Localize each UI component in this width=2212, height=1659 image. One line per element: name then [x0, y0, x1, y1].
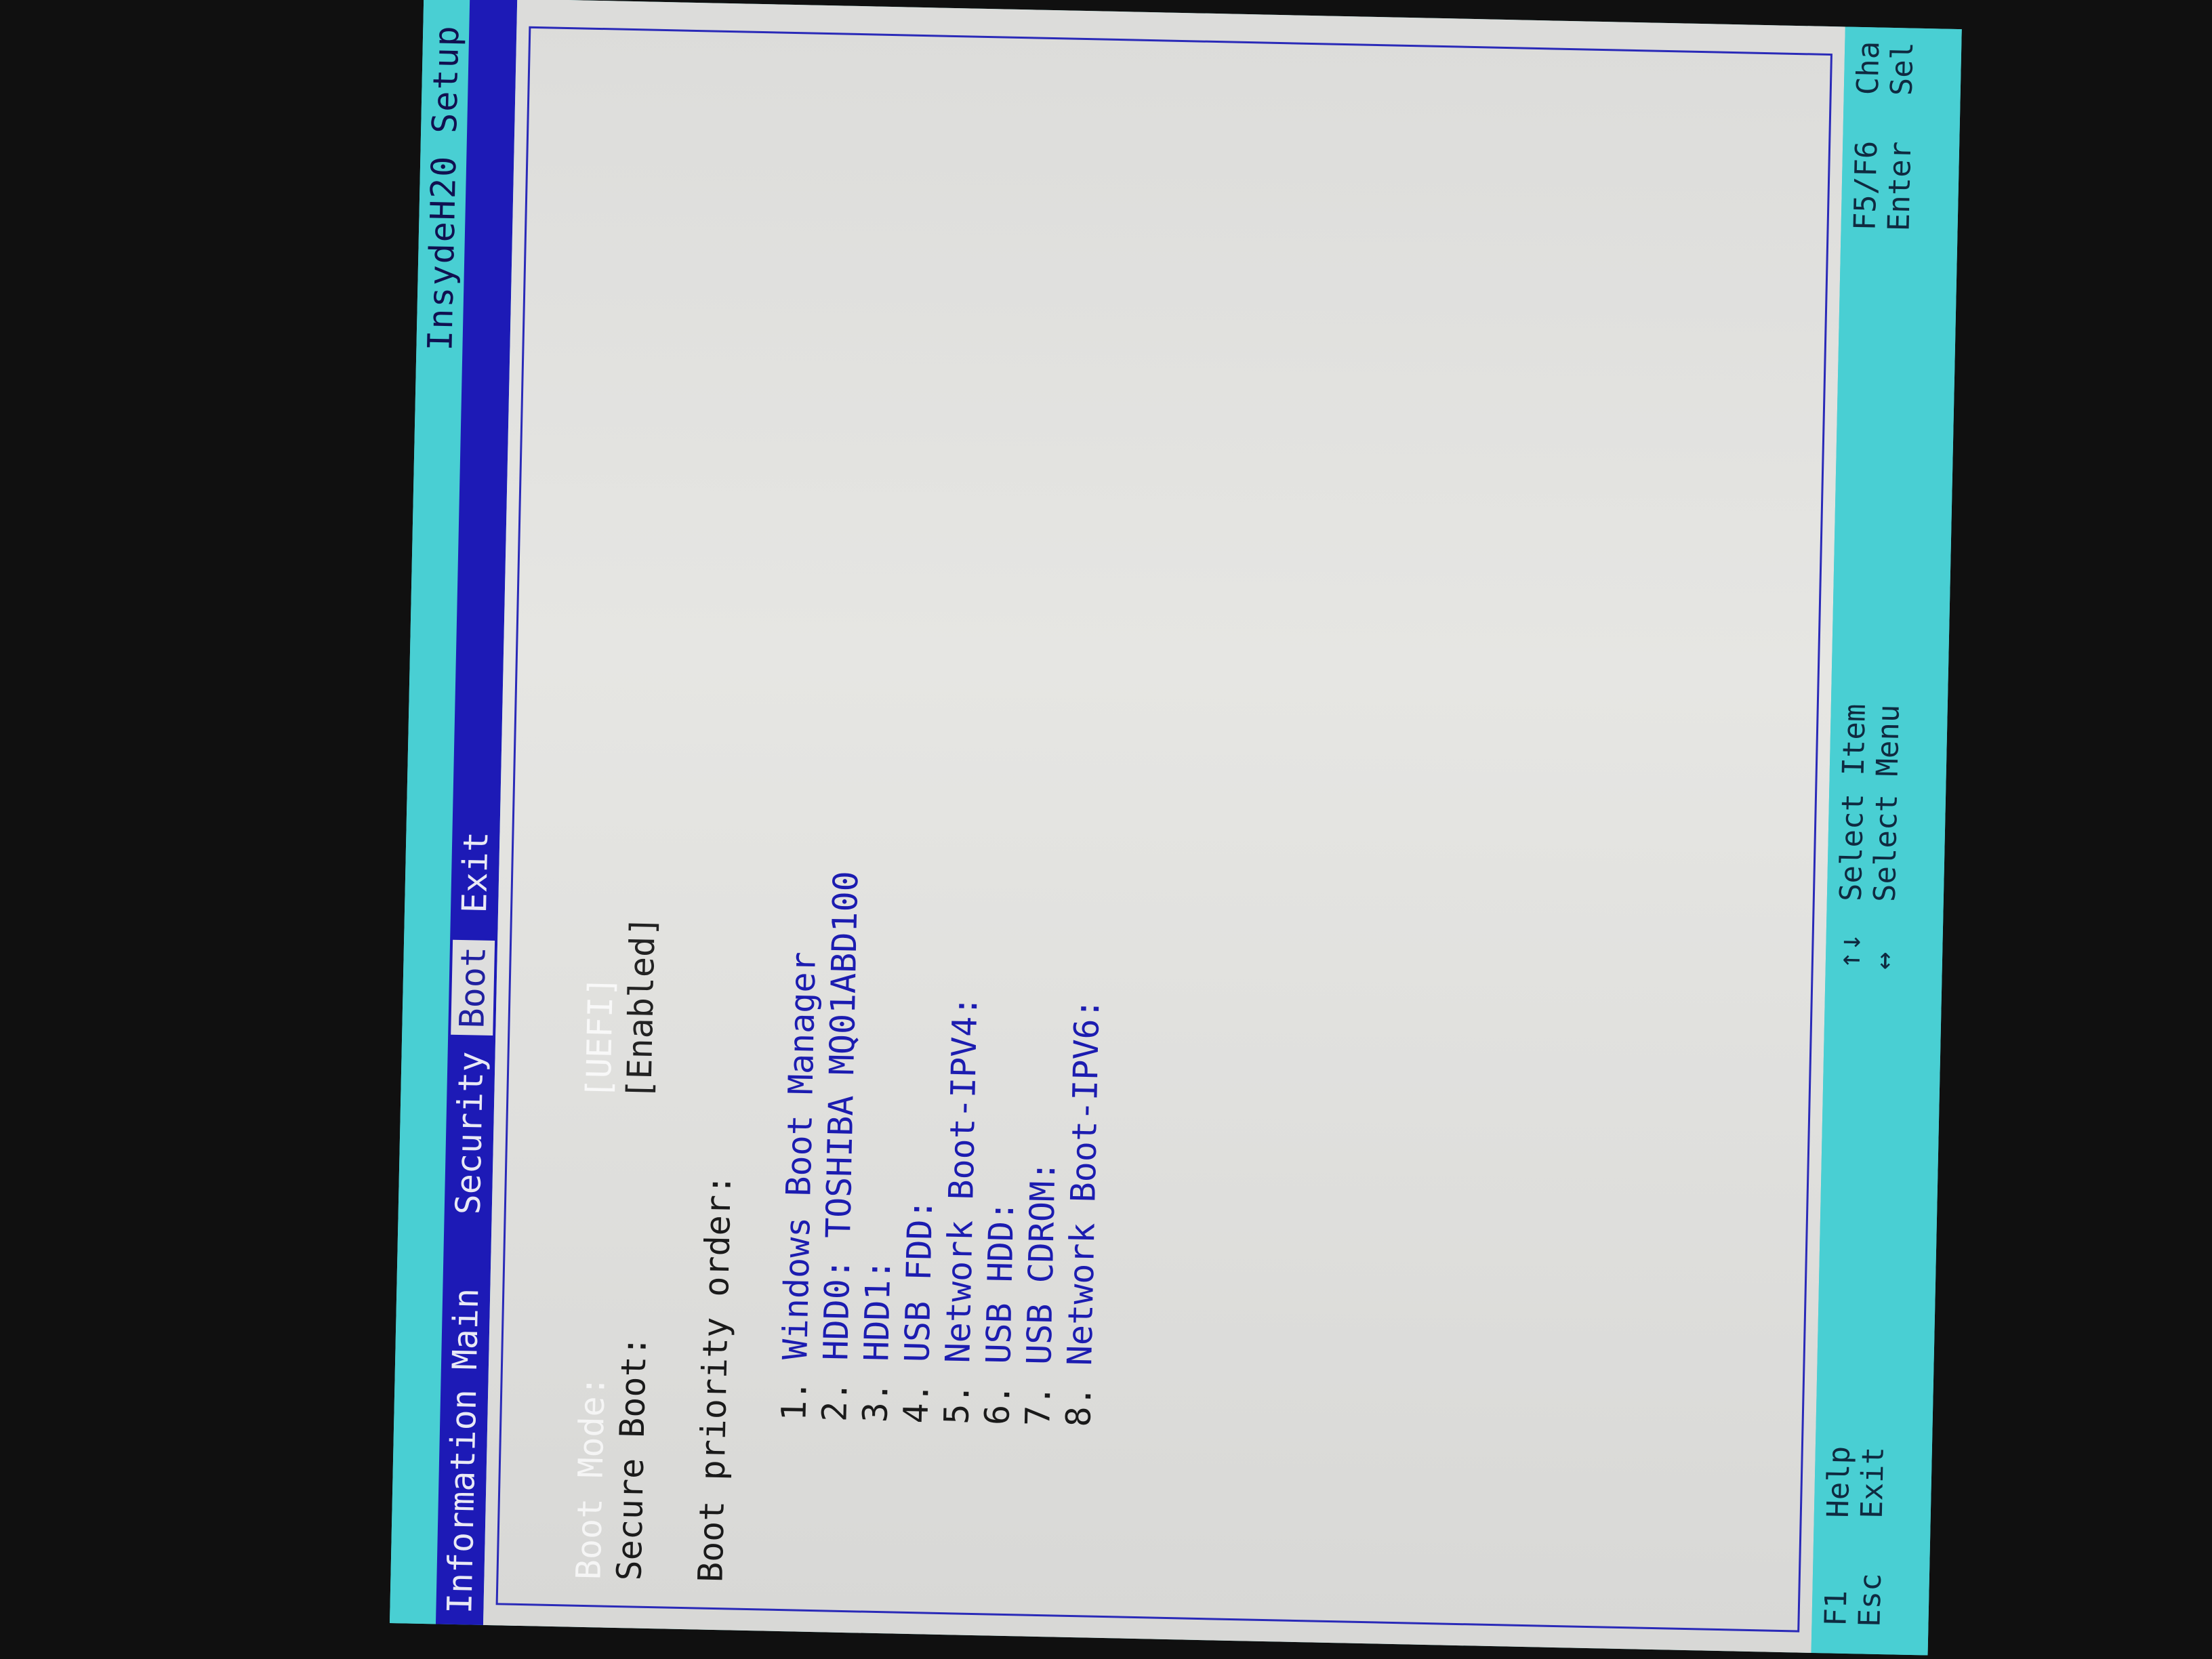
menu-boot[interactable]: Boot [451, 939, 495, 1036]
bios-setup-screen: InsydeH20 Setup Information Main Securit… [390, 0, 1962, 1656]
leftright-arrows-icon: ↔ [1866, 951, 1902, 970]
esc-exit-text: Exit [1854, 1446, 1891, 1519]
change-values-text: Cha [1850, 41, 1887, 96]
select-item-text: Select Item [1833, 703, 1872, 902]
boot-item-number: 8. [1059, 1385, 1099, 1427]
boot-mode-label[interactable]: Boot Mode: [569, 1376, 612, 1580]
secure-boot-label[interactable]: Secure Boot: [609, 1336, 654, 1581]
menu-security[interactable]: Security [447, 1044, 492, 1222]
boot-mode-value[interactable]: [UEFI] [579, 976, 621, 1099]
f1-key: F1 [1818, 1590, 1854, 1627]
enter-key: Enter [1881, 141, 1919, 232]
menu-exit[interactable]: Exit [453, 824, 497, 920]
updown-arrows-icon: ↑↓ [1832, 933, 1868, 970]
esc-key: Esc [1852, 1572, 1889, 1628]
menu-information[interactable]: Information [438, 1382, 485, 1620]
boot-item-label: Network Boot-IPV6: [1060, 998, 1107, 1366]
boot-item[interactable]: 8. Network Boot-IPV6: [1016, 998, 1146, 1591]
select-submenu-text: Sel [1884, 41, 1921, 96]
menu-main[interactable]: Main [444, 1281, 488, 1377]
f1-help-text: Help [1820, 1446, 1857, 1519]
f5f6-key: F5/F6 [1847, 140, 1885, 231]
select-menu-text: Select Menu [1867, 704, 1906, 903]
secure-boot-value[interactable]: [Enabled] [619, 916, 663, 1100]
setup-title: InsydeH20 Setup [420, 24, 467, 352]
content-panel: Boot Mode: [UEFI] Secure Boot: [Enabled]… [483, 0, 1845, 1653]
